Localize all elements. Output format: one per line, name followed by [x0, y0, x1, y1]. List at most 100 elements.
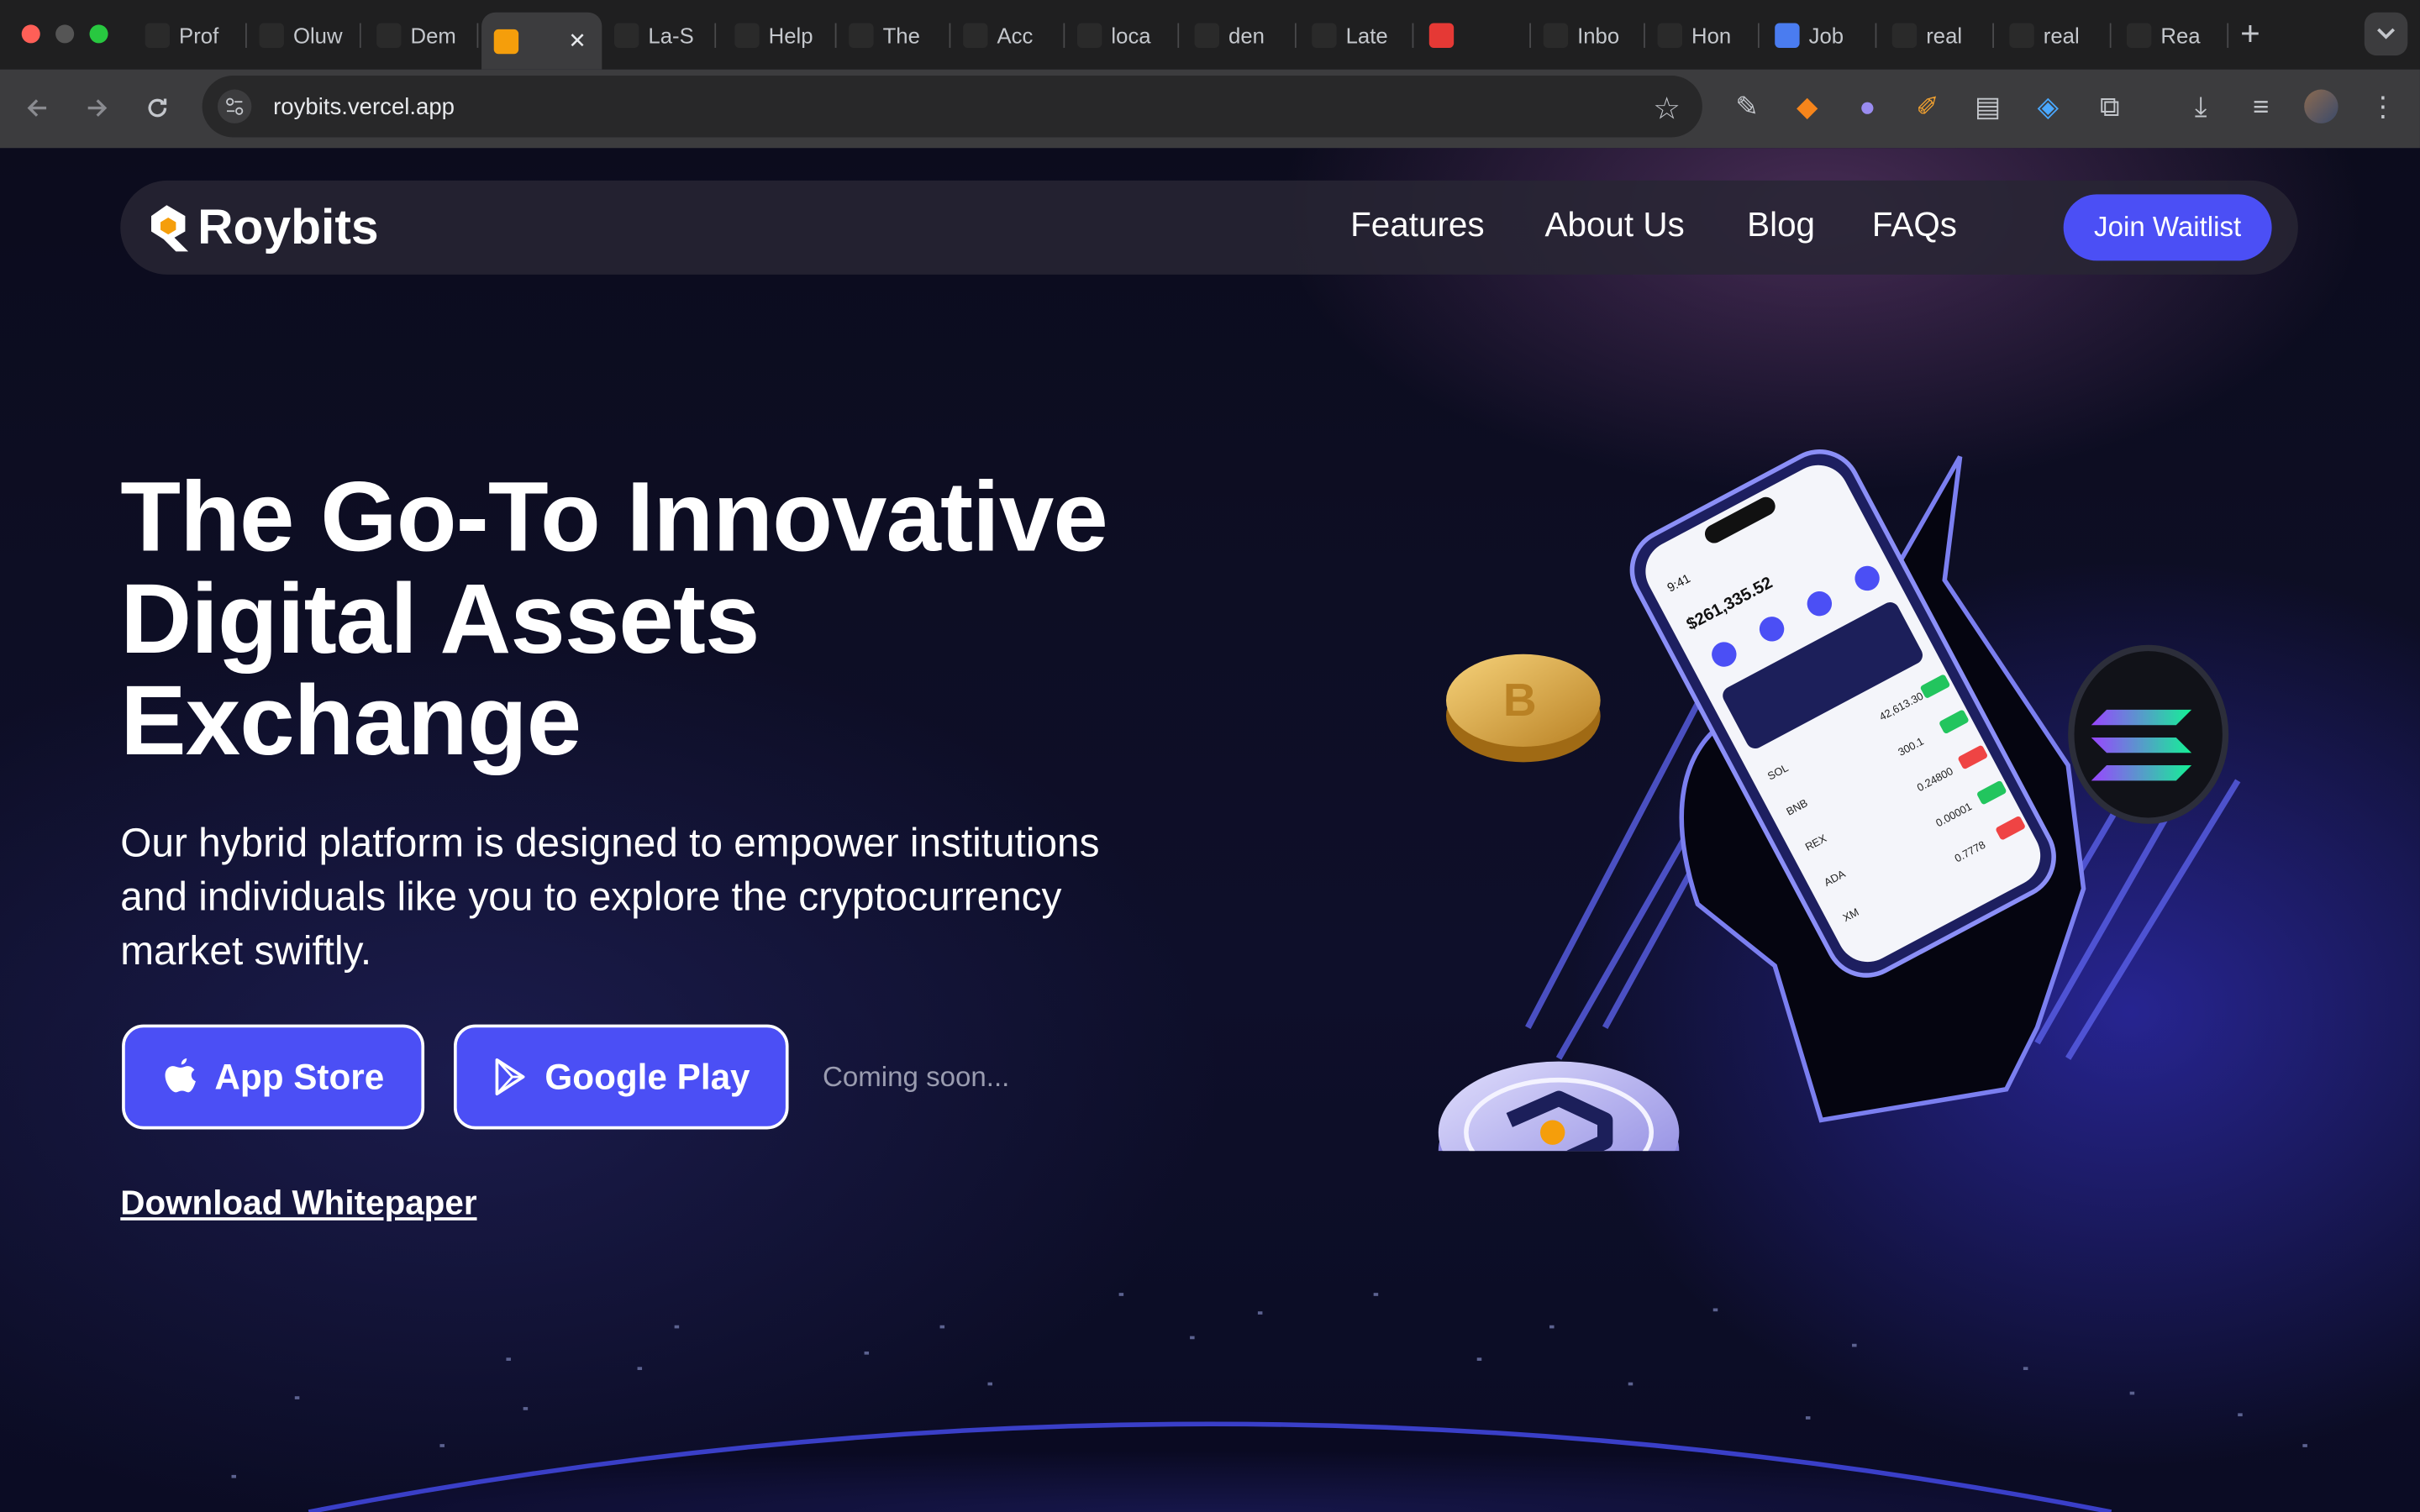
- chatgpt-icon: [145, 23, 171, 48]
- google-play-button[interactable]: Google Play: [453, 1024, 789, 1130]
- metamask-extension-icon[interactable]: ◆: [1786, 85, 1828, 128]
- browser-tab[interactable]: Acc: [950, 13, 1065, 59]
- ol-icon: [259, 23, 284, 48]
- leaf-icon: [614, 23, 639, 48]
- browser-tab[interactable]: real: [1997, 13, 2112, 59]
- book-icon: [849, 23, 874, 48]
- browser-tab[interactable]: loca: [1065, 13, 1180, 59]
- tab-separator: [359, 23, 361, 48]
- browser-tab[interactable]: Job: [1763, 13, 1877, 59]
- gem-extension-icon[interactable]: ◈: [2027, 85, 2070, 128]
- tab-separator: [714, 23, 717, 48]
- browser-tab[interactable]: [1417, 13, 1532, 59]
- browser-tab[interactable]: den: [1182, 13, 1297, 59]
- browser-tab[interactable]: Hon: [1645, 13, 1760, 59]
- browser-tab[interactable]: Prof: [133, 13, 247, 59]
- hero-title-line-3: Exchange: [120, 664, 581, 776]
- media-control-icon[interactable]: ≡: [2239, 85, 2282, 128]
- github-icon: [376, 23, 402, 48]
- nav-features[interactable]: Features: [1350, 205, 1484, 245]
- docs-icon: [1775, 23, 1800, 48]
- browser-tab[interactable]: Late: [1300, 13, 1414, 59]
- app-store-label: App Store: [214, 1056, 385, 1096]
- roybits-icon: [493, 28, 519, 54]
- ghost-extension-icon[interactable]: ●: [1846, 85, 1889, 128]
- tab-separator: [1758, 23, 1760, 48]
- triangle-icon: [2009, 23, 2034, 48]
- tab-title: Oluw: [292, 23, 343, 48]
- arrow-left-icon: [27, 99, 47, 117]
- browser-tab[interactable]: Help: [723, 13, 837, 59]
- tab-separator: [1412, 23, 1414, 48]
- pencil-extension-icon[interactable]: ✐: [1906, 85, 1949, 128]
- solana-coin-icon: [2068, 644, 2229, 824]
- back-button[interactable]: [15, 87, 58, 129]
- eyedropper-extension-icon[interactable]: ✎: [1725, 85, 1768, 128]
- hero-title: The Go-To Innovative Digital Assets Exch…: [120, 466, 1293, 772]
- hero-subtitle: Our hybrid platform is designed to empow…: [120, 819, 1100, 974]
- nav-faqs[interactable]: FAQs: [1872, 205, 1957, 245]
- tab-search-button[interactable]: [2364, 12, 2408, 56]
- nav-blog[interactable]: Blog: [1747, 205, 1815, 245]
- browser-menu-icon[interactable]: ⋮: [2361, 85, 2404, 128]
- browser-tab[interactable]: La-S: [602, 13, 717, 59]
- new-tab-button[interactable]: +: [2228, 13, 2271, 55]
- roybits-page: Roybits Features About Us Blog FAQs Join…: [0, 148, 2420, 1512]
- roybits-logo-icon: [150, 204, 189, 251]
- url-text: roybits.vercel.app: [273, 93, 455, 120]
- tab-title: Acc: [997, 23, 1034, 48]
- browser-toolbar: roybits.vercel.app ☆ ✎ ◆ ● ✐ ▤ ◈ ⧉ ⤓ ≡ ⋮: [0, 69, 2420, 149]
- tab-separator: [1294, 23, 1297, 48]
- browser-tab[interactable]: Dem: [364, 13, 479, 59]
- x-icon: [1657, 23, 1683, 48]
- extensions-puzzle-icon[interactable]: ⧉: [2088, 85, 2131, 128]
- localhost-icon: [1077, 23, 1102, 48]
- tab-title: Inbo: [1577, 23, 1620, 48]
- apple-icon: [165, 1058, 196, 1093]
- tab-title: The: [882, 23, 920, 48]
- roybits-logo[interactable]: Roybits: [148, 199, 379, 256]
- youtube-icon: [1428, 23, 1455, 48]
- google-play-icon: [495, 1058, 525, 1096]
- tab-title: Hon: [1691, 23, 1732, 48]
- planet-horizon: [308, 1421, 2112, 1512]
- site-info-icon[interactable]: [217, 89, 252, 123]
- browser-tab[interactable]: Rea: [2114, 13, 2229, 59]
- close-window-button[interactable]: [21, 24, 40, 44]
- tab-title: den: [1228, 23, 1265, 48]
- browser-tab[interactable]: The: [836, 13, 951, 59]
- tab-title: loca: [1111, 23, 1151, 48]
- forward-button[interactable]: [76, 87, 118, 129]
- app-store-button[interactable]: App Store: [122, 1024, 425, 1130]
- download-whitepaper-link[interactable]: Download Whitepaper: [120, 1184, 476, 1224]
- browser-tab[interactable]: ✕: [481, 12, 602, 70]
- close-tab-icon[interactable]: ✕: [568, 28, 587, 54]
- tab-title: Help: [768, 23, 813, 48]
- nav-about-us[interactable]: About Us: [1545, 205, 1685, 245]
- address-bar[interactable]: roybits.vercel.app ☆: [202, 75, 1702, 138]
- bitcoin-coin-icon: B: [1445, 654, 1601, 763]
- browser-tab-bar: Prof Oluw Dem ✕ La-S Help The Acc loca den Late Inb…: [0, 0, 2420, 70]
- tab-separator: [2109, 23, 2112, 48]
- coming-soon-text: Coming soon...: [822, 1061, 1010, 1093]
- google-play-label: Google Play: [544, 1056, 750, 1096]
- browser-tab[interactable]: Oluw: [247, 13, 361, 59]
- navbar: [120, 180, 2298, 275]
- browser-tab[interactable]: Inbo: [1531, 13, 1645, 59]
- zoom-window-button[interactable]: [89, 24, 108, 44]
- download-icon[interactable]: ⤓: [2179, 85, 2222, 128]
- profile-avatar[interactable]: [2300, 85, 2343, 128]
- tab-separator: [1875, 23, 1877, 48]
- vercel-icon: [963, 23, 988, 48]
- join-waitlist-button[interactable]: Join Waitlist: [2063, 194, 2272, 261]
- hero-title-line-1: The Go-To Innovative: [120, 461, 1107, 573]
- bookmark-star-icon[interactable]: ☆: [1653, 90, 1681, 129]
- browser-tab[interactable]: real: [1880, 13, 1995, 59]
- arrow-right-icon: [87, 99, 108, 117]
- minimize-window-button[interactable]: [55, 24, 75, 44]
- tab-separator: [1177, 23, 1180, 48]
- gmail-icon: [1543, 23, 1569, 48]
- reload-button[interactable]: [136, 87, 179, 129]
- database-extension-icon[interactable]: ▤: [1966, 85, 2009, 128]
- tab-title: Rea: [2160, 23, 2201, 48]
